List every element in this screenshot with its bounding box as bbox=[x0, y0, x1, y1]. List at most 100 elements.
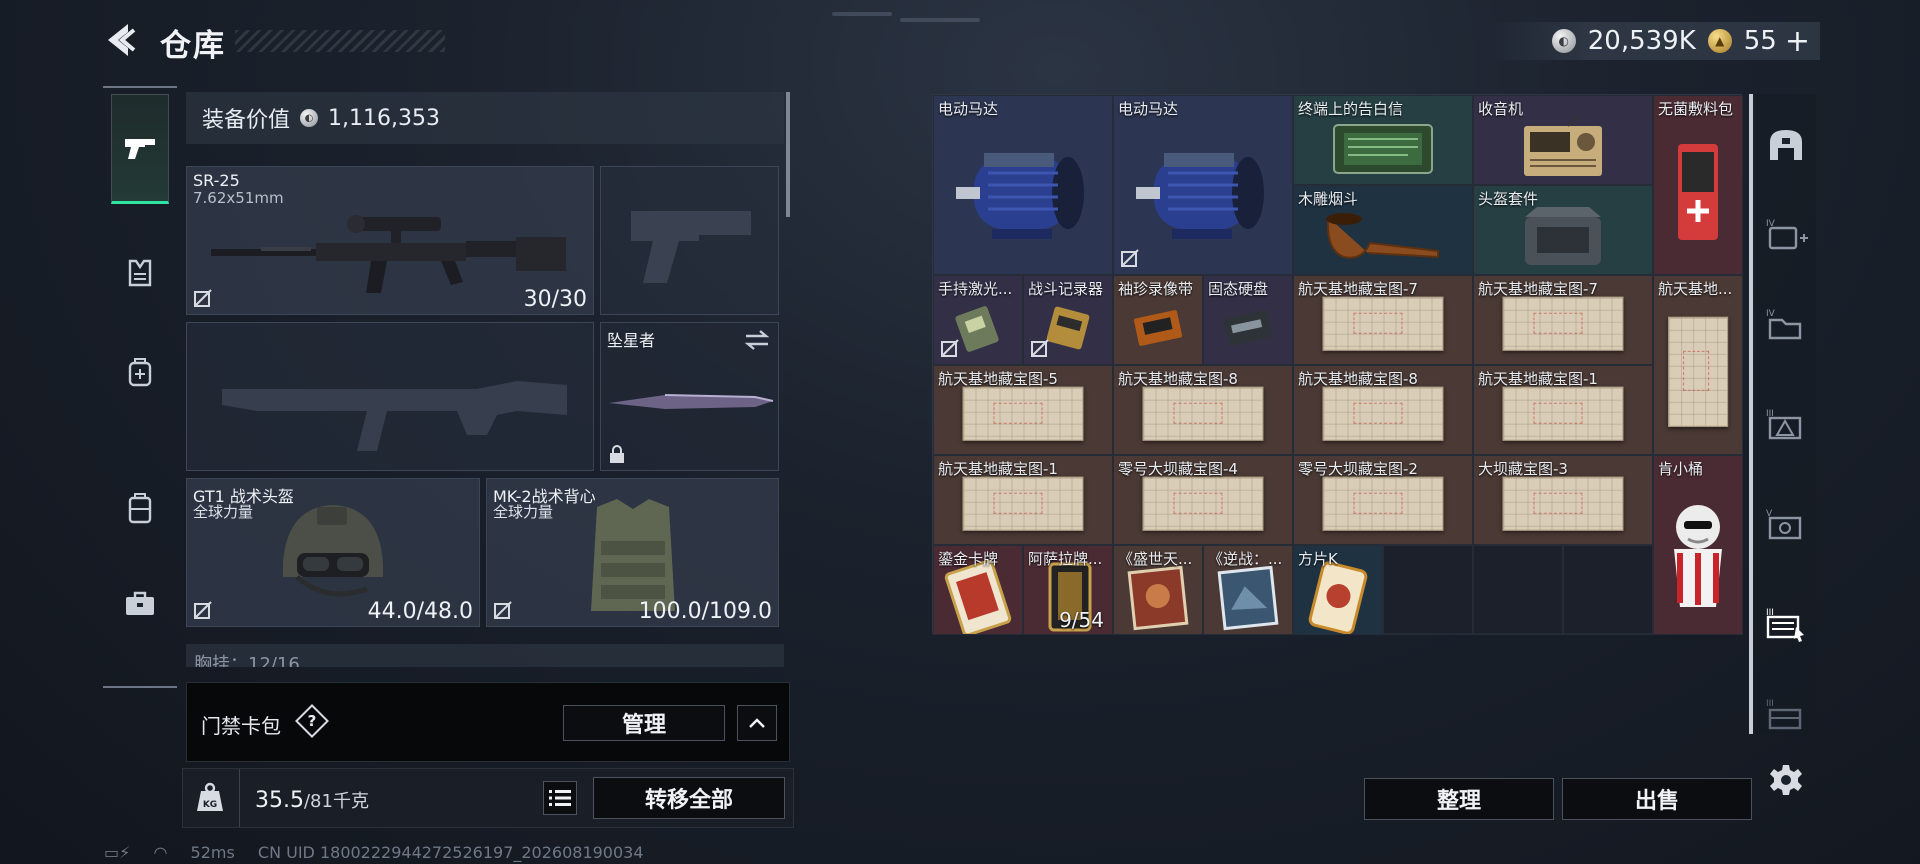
pistol-placeholder-icon bbox=[631, 211, 751, 283]
folder-icon: IV bbox=[1766, 309, 1802, 340]
list-view-button[interactable] bbox=[543, 781, 577, 815]
stash-item-label: 航天基地藏宝图-8 bbox=[1118, 370, 1238, 388]
manage-button[interactable]: 管理 bbox=[563, 705, 725, 741]
gold-add-button[interactable]: + bbox=[1785, 24, 1810, 59]
not-insured-icon bbox=[941, 339, 959, 357]
stash-item[interactable]: 航天基地藏宝图-5 bbox=[933, 365, 1113, 455]
stash-empty-slot[interactable] bbox=[1563, 545, 1653, 635]
nav-rig[interactable] bbox=[111, 318, 169, 428]
lock-icon bbox=[610, 445, 624, 463]
stash-item[interactable]: 航天基地藏宝图-1 bbox=[933, 455, 1113, 545]
stash-scrollbar[interactable] bbox=[1749, 94, 1753, 734]
nav-armor[interactable] bbox=[111, 218, 169, 328]
stash-item[interactable]: 战斗记录器 bbox=[1023, 275, 1113, 365]
stash-item[interactable]: 航天基地藏宝图-8 bbox=[1293, 365, 1473, 455]
treasure-map-icon bbox=[1502, 476, 1624, 531]
stash-tab-4a[interactable]: IV bbox=[1762, 204, 1810, 264]
scrollbar-thumb[interactable] bbox=[1749, 94, 1753, 734]
stash-item-label: 固态硬盘 bbox=[1208, 280, 1269, 298]
melee-slot[interactable]: 坠星者 bbox=[600, 322, 779, 471]
stash-item[interactable]: 航天基地藏宝图-7 bbox=[1293, 275, 1473, 365]
nav-backpack[interactable] bbox=[111, 453, 169, 563]
home-tab[interactable] bbox=[1762, 114, 1810, 174]
stash-tab-3b[interactable]: III bbox=[1762, 684, 1810, 744]
stash-tab-4b[interactable]: IV bbox=[1762, 294, 1810, 354]
kfc-icon bbox=[1654, 456, 1742, 634]
stash-item[interactable]: 木雕烟斗 bbox=[1293, 185, 1473, 275]
armor-durability: 100.0/109.0 bbox=[638, 599, 772, 624]
stash-item[interactable]: 阿萨拉牌... 9/54 bbox=[1023, 545, 1113, 635]
armor-slot[interactable]: MK-2战术背心 全球力量 100.0/109.0 bbox=[486, 478, 779, 627]
treasure-map-icon bbox=[1502, 386, 1624, 441]
sidearm-slot[interactable] bbox=[600, 166, 779, 315]
stash-item-label: 电动马达 bbox=[938, 100, 999, 118]
helmet-slot[interactable]: GT1 战术头盔 全球力量 44.0/48.0 bbox=[186, 478, 480, 627]
sell-button[interactable]: 出售 bbox=[1562, 778, 1752, 820]
stash-item-label: 木雕烟斗 bbox=[1298, 190, 1359, 208]
stash-item[interactable]: 航天基地... bbox=[1653, 275, 1743, 455]
storage-rack-icon: III bbox=[1766, 608, 1804, 642]
stash-item[interactable]: 鎏金卡牌 bbox=[933, 545, 1023, 635]
left-nav bbox=[103, 86, 177, 688]
swap-icon[interactable] bbox=[744, 329, 770, 351]
backpack-weight: 35.5/81千克 bbox=[255, 787, 369, 813]
stash-item[interactable]: 手持激光... bbox=[933, 275, 1023, 365]
gold-balance: 55 bbox=[1743, 26, 1777, 56]
back-arrow-icon bbox=[108, 24, 136, 56]
nav-weapons[interactable] bbox=[111, 94, 169, 204]
stash-item-qty: 9/54 bbox=[1059, 608, 1104, 632]
stash-item[interactable]: 零号大坝藏宝图-2 bbox=[1293, 455, 1473, 545]
stash-item-label: 方片K bbox=[1298, 550, 1338, 568]
stash-tab-3a[interactable]: III bbox=[1762, 394, 1810, 454]
nav-toolbox[interactable] bbox=[111, 548, 169, 658]
stash-item[interactable]: 肯小桶 bbox=[1653, 455, 1743, 635]
armor-brand: 全球力量 bbox=[493, 503, 554, 521]
stash-item[interactable]: 终端上的告白信 bbox=[1293, 95, 1473, 185]
camera-box-icon: V bbox=[1766, 509, 1802, 540]
stash-tab-5[interactable]: V bbox=[1762, 494, 1810, 554]
settings-button[interactable] bbox=[1764, 758, 1808, 802]
stash-item[interactable]: 《逆战：... bbox=[1203, 545, 1293, 635]
tidy-button[interactable]: 整理 bbox=[1364, 778, 1554, 820]
stash-item-label: 鎏金卡牌 bbox=[938, 550, 999, 568]
chevron-up-icon bbox=[749, 718, 765, 728]
not-insured-icon bbox=[1031, 339, 1049, 357]
stash-item[interactable]: 电动马达 bbox=[1113, 95, 1293, 275]
weapon-name: SR-25 bbox=[193, 171, 240, 190]
stash-tab-3-active[interactable]: III bbox=[1762, 594, 1810, 654]
collapse-button[interactable] bbox=[737, 705, 777, 741]
back-button[interactable] bbox=[100, 20, 140, 60]
stash-item[interactable]: 大坝藏宝图-3 bbox=[1473, 455, 1653, 545]
help-button[interactable]: ? bbox=[295, 704, 329, 738]
stash-item[interactable]: 《盛世天... bbox=[1113, 545, 1203, 635]
stash-item-label: 航天基地藏宝图-5 bbox=[938, 370, 1058, 388]
motor-icon bbox=[934, 96, 1112, 274]
stash-item[interactable]: 电动马达 bbox=[933, 95, 1113, 275]
warning-box-icon: III bbox=[1766, 409, 1802, 440]
secondary-weapon-slot[interactable] bbox=[186, 322, 594, 471]
stash-item[interactable]: 袖珍录像带 bbox=[1113, 275, 1203, 365]
stash-item[interactable]: 无菌敷料包 bbox=[1653, 95, 1743, 275]
stash-item[interactable]: 固态硬盘 bbox=[1203, 275, 1293, 365]
stash-item-label: 大坝藏宝图-3 bbox=[1478, 460, 1568, 478]
equipment-scrollbar[interactable] bbox=[786, 92, 790, 217]
not-insured-icon bbox=[194, 601, 212, 619]
stash-item[interactable]: 航天基地藏宝图-7 bbox=[1473, 275, 1653, 365]
stash-empty-slot[interactable] bbox=[1383, 545, 1473, 635]
wifi-icon: ◠ bbox=[153, 843, 168, 862]
stash-item[interactable]: 方片K bbox=[1293, 545, 1383, 635]
stash-empty-slot[interactable] bbox=[1473, 545, 1563, 635]
primary-weapon-slot[interactable]: SR-25 7.62x51mm 30/30 bbox=[186, 166, 594, 315]
stash-item-label: 头盔套件 bbox=[1478, 190, 1539, 208]
stash-item-label: 手持激光... bbox=[938, 280, 1013, 298]
transfer-all-button[interactable]: 转移全部 bbox=[593, 777, 785, 819]
stash-item-label: 收音机 bbox=[1478, 100, 1524, 118]
chest-rig-row[interactable]: 胸挂：12/16 bbox=[186, 644, 784, 667]
stash-item[interactable]: 航天基地藏宝图-1 bbox=[1473, 365, 1653, 455]
stash-item[interactable]: 收音机 bbox=[1473, 95, 1653, 185]
silver-coin-icon: ◐ bbox=[300, 109, 319, 127]
stash-item[interactable]: 头盔套件 bbox=[1473, 185, 1653, 275]
stash-item[interactable]: 航天基地藏宝图-8 bbox=[1113, 365, 1293, 455]
stash-item[interactable]: 零号大坝藏宝图-4 bbox=[1113, 455, 1293, 545]
pistol-icon bbox=[125, 139, 155, 159]
